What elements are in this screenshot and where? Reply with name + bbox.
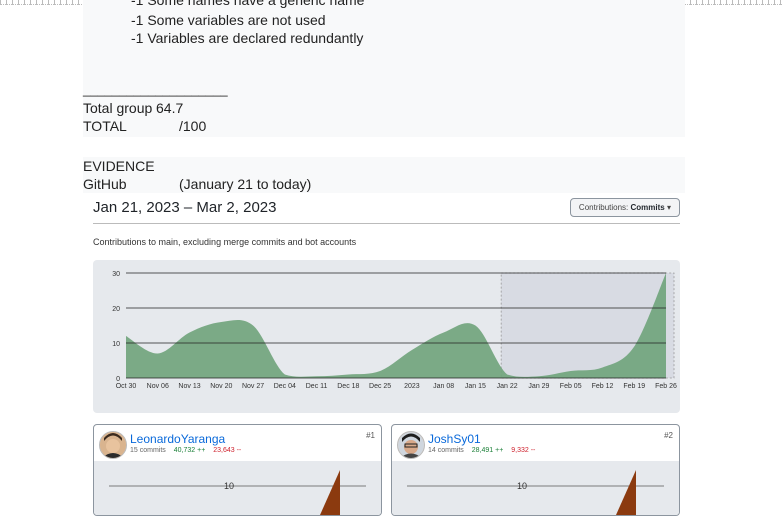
contributor-stats: 15 commits 40,732 ++ 23,643 -- bbox=[130, 447, 241, 454]
total-group-label: Total group bbox=[83, 100, 153, 116]
y-tick-label: 30 bbox=[112, 271, 120, 278]
x-tick-label: Dec 11 bbox=[306, 383, 328, 390]
header-divider bbox=[93, 223, 680, 224]
mini-area bbox=[616, 470, 636, 515]
x-tick-label: Jan 22 bbox=[497, 383, 518, 390]
github-label: GitHub bbox=[83, 176, 127, 192]
mini-tick-label: 10 bbox=[224, 481, 234, 491]
x-tick-label: Feb 12 bbox=[592, 383, 614, 390]
x-tick-label: Oct 30 bbox=[116, 383, 137, 390]
total-value: /100 bbox=[179, 118, 207, 134]
github-insights-panel: Jan 21, 2023 – Mar 2, 2023 Contributions… bbox=[83, 193, 685, 516]
avatar[interactable] bbox=[99, 431, 127, 459]
grading-text-block: -1 Some names have a generic name -1 Som… bbox=[83, 0, 685, 137]
commits-chart-box: 0 10 20 30 Oct 30 Nov 06 Nov 13 Nov 20 Nov 27 Dec… bbox=[93, 260, 680, 413]
total-label: TOTAL bbox=[83, 118, 127, 134]
contributor-rank: #1 bbox=[366, 431, 375, 440]
contributor-name-link[interactable]: LeonardoYaranga bbox=[130, 432, 225, 446]
commits-area-chart[interactable]: 0 10 20 30 Oct 30 Nov 06 Nov 13 Nov 20 Nov 27 Dec… bbox=[93, 260, 680, 413]
x-tick-label: Dec 25 bbox=[369, 383, 391, 390]
deduction-line-1: -1 Some variables are not used bbox=[131, 12, 326, 28]
x-tick-label: Jan 29 bbox=[528, 383, 549, 390]
additions-count: 28,491 ++ bbox=[471, 447, 504, 454]
contributor-card-2: JoshSy01 14 commits 28,491 ++ 9,332 -- #… bbox=[391, 424, 680, 516]
mini-area-chart: 10 bbox=[407, 470, 664, 515]
mini-area bbox=[320, 470, 340, 515]
y-tick-label: 0 bbox=[116, 376, 120, 383]
x-tick-label: 2023 bbox=[404, 383, 420, 390]
contributions-dropdown-button[interactable]: Contributions: Commits ▾ bbox=[569, 198, 680, 217]
y-tick-label: 10 bbox=[112, 341, 120, 348]
mini-tick-label: 10 bbox=[517, 481, 527, 491]
commit-count[interactable]: 15 commits bbox=[130, 447, 166, 454]
avatar-face-icon bbox=[100, 432, 126, 458]
github-range: (January 21 to today) bbox=[179, 176, 312, 192]
additions-count: 40,732 ++ bbox=[173, 447, 206, 454]
caret-down-icon: ▾ bbox=[666, 203, 671, 212]
x-tick-label: Feb 05 bbox=[560, 383, 582, 390]
x-tick-label: Feb 26 bbox=[655, 383, 677, 390]
commit-count[interactable]: 14 commits bbox=[428, 447, 464, 454]
mini-area-chart: 10 bbox=[109, 470, 366, 515]
y-tick-label: 20 bbox=[112, 306, 120, 313]
evidence-block: EVIDENCE GitHub (January 21 to today) bbox=[83, 157, 685, 197]
contributions-label: Contributions: bbox=[578, 203, 629, 212]
avatar[interactable] bbox=[397, 431, 425, 459]
contributions-value: Commits bbox=[630, 203, 665, 212]
deletions-count: 9,332 -- bbox=[511, 447, 536, 454]
x-tick-label: Dec 04 bbox=[274, 383, 296, 390]
contributor-name-link[interactable]: JoshSy01 bbox=[428, 432, 481, 446]
x-tick-label: Feb 19 bbox=[623, 383, 645, 390]
x-tick-label: Nov 27 bbox=[242, 383, 264, 390]
x-tick-label: Nov 13 bbox=[178, 383, 200, 390]
x-tick-label: Nov 06 bbox=[147, 383, 169, 390]
evidence-label: EVIDENCE bbox=[83, 158, 155, 174]
x-tick-label: Jan 15 bbox=[465, 383, 486, 390]
contributor-rank: #2 bbox=[664, 431, 673, 440]
deduction-line-2: -1 Variables are declared redundantly bbox=[131, 30, 364, 46]
x-tick-label: Nov 20 bbox=[210, 383, 232, 390]
contributor-stats: 14 commits 28,491 ++ 9,332 -- bbox=[428, 447, 535, 454]
date-range-title: Jan 21, 2023 – Mar 2, 2023 bbox=[93, 199, 277, 216]
separator-underline: ____________________ bbox=[83, 82, 228, 97]
contributor-card-1: LeonardoYaranga 15 commits 40,732 ++ 23,… bbox=[93, 424, 382, 516]
contributor-mini-chart: 10 bbox=[392, 461, 679, 515]
total-group-value: 64.7 bbox=[156, 100, 184, 116]
deletions-count: 23,643 -- bbox=[213, 447, 242, 454]
x-tick-label: Jan 08 bbox=[433, 383, 454, 390]
contributions-note: Contributions to main, excluding merge c… bbox=[93, 237, 357, 247]
deduction-line-cut: -1 Some names have a generic name bbox=[131, 0, 365, 8]
x-tick-label: Dec 18 bbox=[337, 383, 359, 390]
avatar-face-icon bbox=[398, 432, 424, 458]
contributor-mini-chart: 10 bbox=[94, 461, 381, 515]
